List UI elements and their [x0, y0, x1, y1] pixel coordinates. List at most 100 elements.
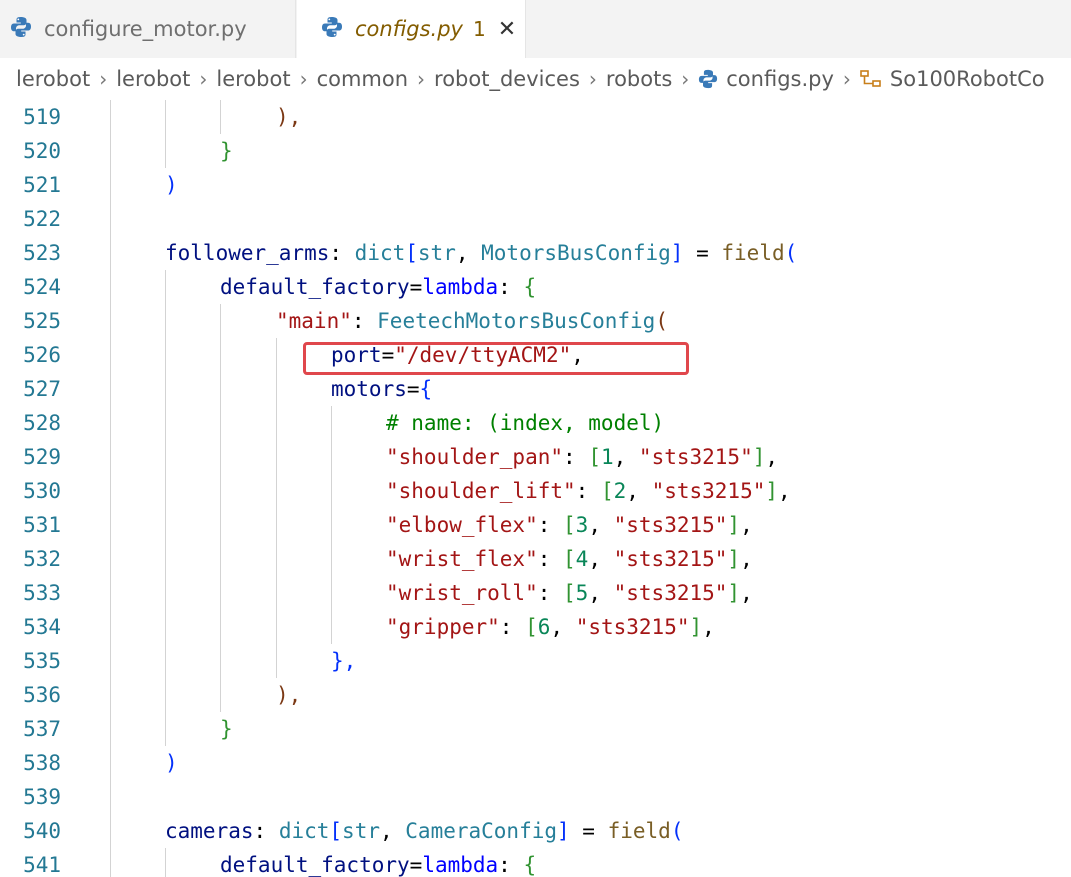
- code-token: 3: [575, 513, 589, 537]
- line-number: 537: [23, 717, 61, 741]
- code-line: 531 "elbow_flex": [3, "sts3215"],: [0, 508, 1071, 542]
- breadcrumb-item[interactable]: lerobot: [16, 67, 90, 91]
- code-line: 523 follower_arms: dict[str, MotorsBusCon…: [0, 236, 1071, 270]
- code-token: "sts3215": [613, 547, 728, 571]
- code-token: lambda: [422, 275, 499, 299]
- code-line: 525 "main": FeetechMotorsBusConfig(: [0, 304, 1071, 338]
- code-line: 540 cameras: dict[str, CameraConfig] = fi…: [0, 814, 1071, 848]
- line-number: 521: [23, 173, 61, 197]
- code-line: 535},: [0, 644, 1071, 678]
- breadcrumb-item[interactable]: lerobot: [216, 67, 290, 91]
- code-token: dict: [354, 241, 406, 265]
- class-icon: [860, 69, 882, 89]
- code-token: MotorsBusConfig: [481, 241, 671, 265]
- code-line: 527 motors={: [0, 372, 1071, 406]
- line-number: 524: [23, 275, 61, 299]
- code-token: ),: [276, 683, 302, 707]
- tab-configs[interactable]: configs.py 1 ✕: [297, 0, 526, 58]
- line-number: 530: [23, 479, 61, 503]
- line-number: 535: [23, 649, 61, 673]
- breadcrumb-item[interactable]: So100RobotCo: [890, 67, 1045, 91]
- code-token: "sts3215": [575, 615, 690, 639]
- code-token: default_factory: [220, 853, 410, 877]
- close-icon[interactable]: ✕: [498, 17, 516, 42]
- line-number: 539: [23, 785, 61, 809]
- code-token: }: [220, 139, 233, 163]
- line-number: 526: [23, 343, 61, 367]
- code-editor[interactable]: 519), 520} 521) 522 523 follower_arms: di…: [0, 100, 1071, 877]
- breadcrumb-item[interactable]: robots: [606, 67, 672, 91]
- chevron-right-icon: ›: [417, 67, 426, 91]
- code-token: str: [342, 819, 380, 843]
- code-line: 534 "gripper": [6, "sts3215"],: [0, 610, 1071, 644]
- code-token: field: [607, 819, 671, 843]
- code-token: follower_arms: [165, 241, 330, 265]
- code-token: }: [220, 717, 233, 741]
- code-line: 538): [0, 746, 1071, 780]
- tab-bar: configure_motor.py configs.py 1 ✕: [0, 0, 1071, 58]
- tab-configure-motor[interactable]: configure_motor.py: [0, 0, 296, 58]
- code-token: "main": [276, 309, 352, 333]
- code-line: 530 "shoulder_lift": [2, "sts3215"],: [0, 474, 1071, 508]
- code-comment: # name: (index, model): [386, 411, 665, 435]
- code-token: lambda: [422, 853, 499, 877]
- code-token: ),: [276, 105, 302, 129]
- code-token: "wrist_flex": [386, 547, 538, 571]
- code-token: "elbow_flex": [386, 513, 538, 537]
- code-token: 4: [575, 547, 589, 571]
- code-token: "sts3215": [651, 479, 766, 503]
- breadcrumb-item[interactable]: robot_devices: [434, 67, 580, 91]
- code-token: CameraConfig: [405, 819, 557, 843]
- tab-label: configure_motor.py: [44, 17, 247, 41]
- code-line: 520}: [0, 134, 1071, 168]
- line-number: 528: [23, 411, 61, 435]
- line-number: 533: [23, 581, 61, 605]
- code-line: 528 # name: (index, model): [0, 406, 1071, 440]
- code-line: 541 default_factory=lambda: {: [0, 848, 1071, 877]
- line-number: 525: [23, 309, 61, 333]
- code-line: 532 "wrist_flex": [4, "sts3215"],: [0, 542, 1071, 576]
- code-token: FeetechMotorsBusConfig: [377, 309, 656, 333]
- chevron-right-icon: ›: [588, 67, 597, 91]
- chevron-right-icon: ›: [199, 67, 208, 91]
- python-icon: [698, 69, 718, 89]
- line-number: 523: [23, 241, 61, 265]
- code-line: 519),: [0, 100, 1071, 134]
- code-token: "sts3215": [613, 513, 728, 537]
- code-line: 539: [0, 780, 1071, 814]
- code-token: cameras: [165, 819, 254, 843]
- code-token: "sts3215": [638, 445, 753, 469]
- code-token: 5: [575, 581, 589, 605]
- line-number: 529: [23, 445, 61, 469]
- code-token: "sts3215": [613, 581, 728, 605]
- line-number: 534: [23, 615, 61, 639]
- line-number: 540: [23, 819, 61, 843]
- code-token: 2: [613, 479, 627, 503]
- breadcrumb-item[interactable]: configs.py: [726, 67, 834, 91]
- code-token: },: [331, 649, 357, 673]
- code-token: "gripper": [386, 615, 500, 639]
- code-token: str: [417, 241, 456, 265]
- code-line: 522: [0, 202, 1071, 236]
- code-line: 536),: [0, 678, 1071, 712]
- code-token: "shoulder_lift": [386, 479, 576, 503]
- code-line: 537}: [0, 712, 1071, 746]
- line-number: 527: [23, 377, 61, 401]
- highlight-annotation: [303, 342, 689, 375]
- breadcrumb-item[interactable]: common: [317, 67, 408, 91]
- code-line: 521): [0, 168, 1071, 202]
- code-token: default_factory: [220, 275, 410, 299]
- code-token: ): [165, 751, 178, 775]
- breadcrumb-item[interactable]: lerobot: [116, 67, 190, 91]
- code-line: 533 "wrist_roll": [5, "sts3215"],: [0, 576, 1071, 610]
- line-number: 519: [23, 105, 61, 129]
- chevron-right-icon: ›: [842, 67, 851, 91]
- chevron-right-icon: ›: [299, 67, 308, 91]
- tab-label: configs.py: [355, 17, 463, 41]
- code-token: dict: [278, 819, 330, 843]
- line-number: 536: [23, 683, 61, 707]
- breadcrumb: lerobot › lerobot › lerobot › common › r…: [0, 58, 1071, 100]
- line-number: 520: [23, 139, 61, 163]
- line-number: 541: [23, 853, 61, 877]
- code-token: 6: [537, 615, 551, 639]
